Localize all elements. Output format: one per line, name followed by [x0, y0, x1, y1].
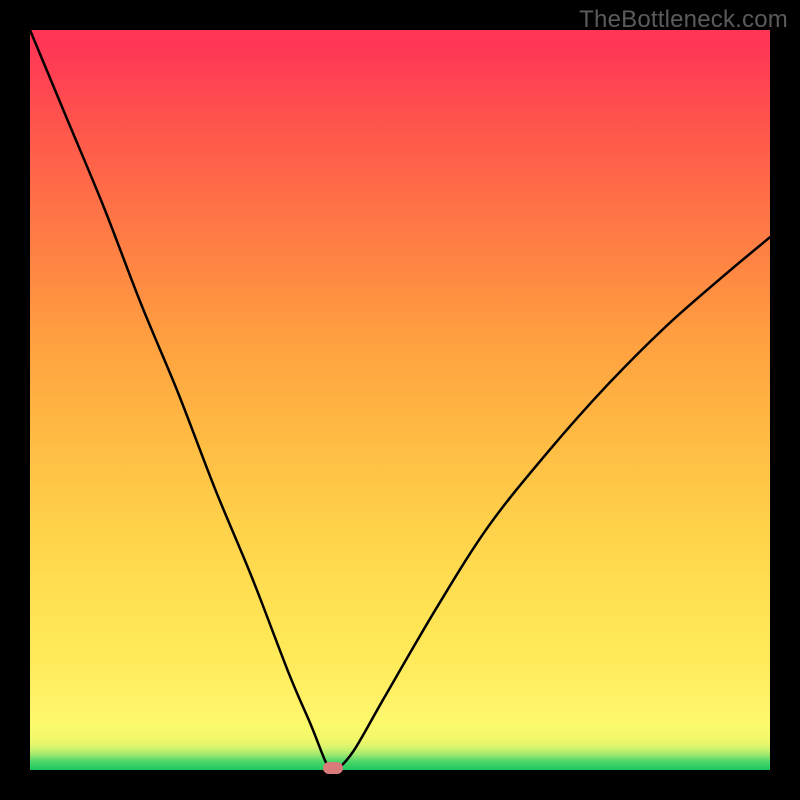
chart-container: TheBottleneck.com [0, 0, 800, 800]
optimum-marker [323, 762, 343, 774]
plot-area [30, 30, 770, 770]
bottleneck-curve [30, 30, 770, 770]
